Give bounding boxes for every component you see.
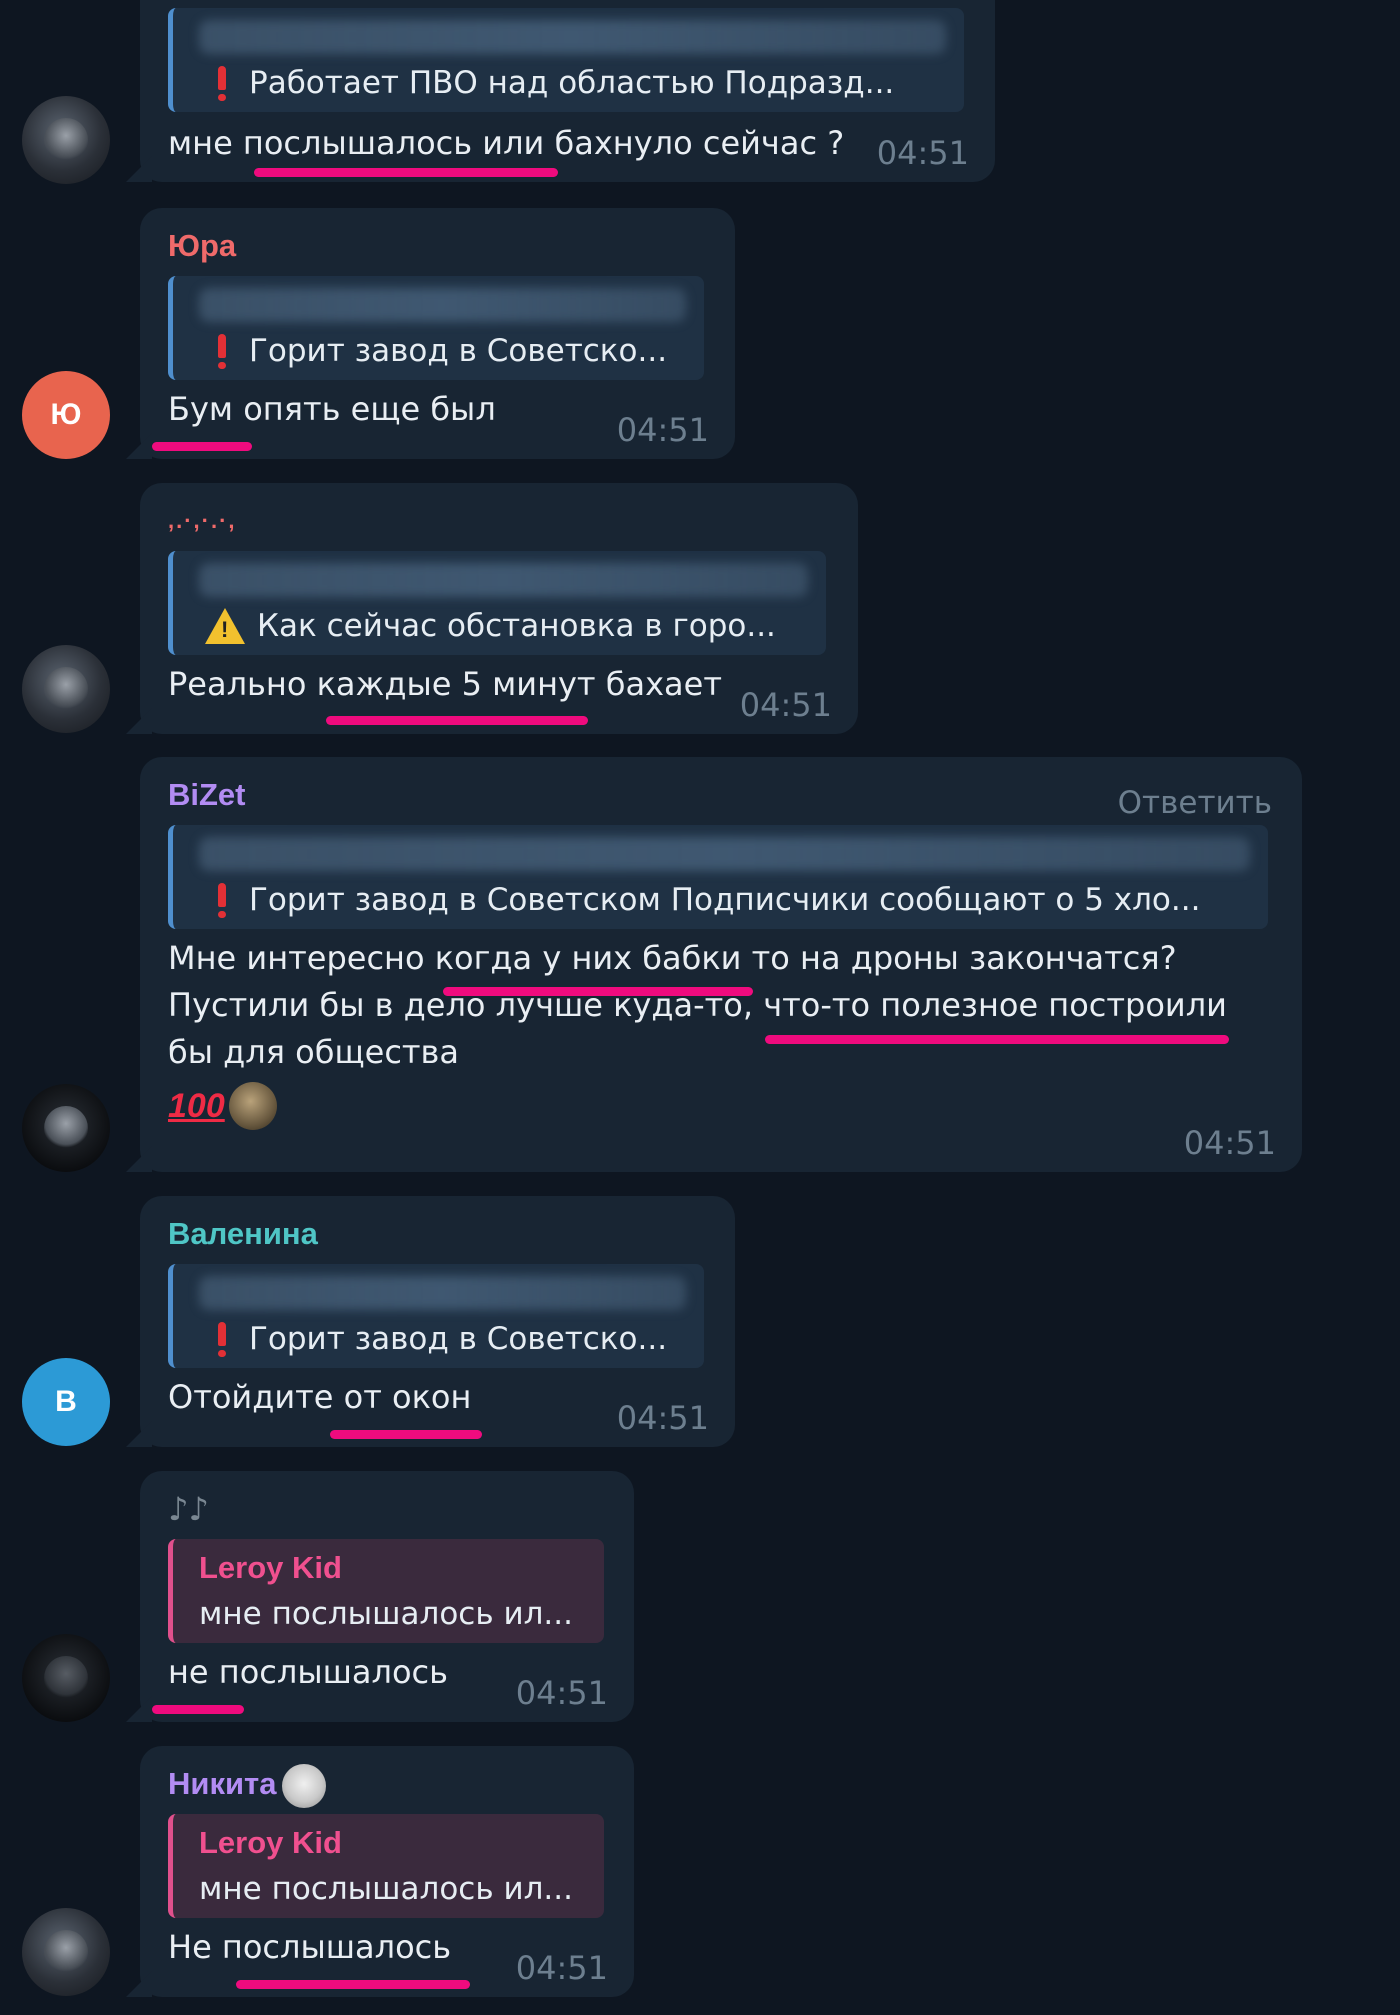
highlight-underline (152, 1705, 244, 1714)
bubble-tail (126, 1146, 152, 1172)
message-text: Реально каждые 5 минут бахает (168, 665, 722, 703)
quoted-channel-post[interactable]: ! Как сейчас обстановка в горо... (168, 551, 826, 655)
exclamation-icon (217, 1322, 227, 1357)
quoted-channel-post[interactable]: Горит завод в Советском Подписчики сообщ… (168, 825, 1268, 929)
reactions-bar[interactable]: 100 (168, 1082, 1274, 1130)
message-time: 04:51 (876, 134, 969, 172)
sender-name[interactable]: ♪♪ (168, 1487, 606, 1531)
message-text: мне послышалось или бахнуло сейчас ? (168, 124, 845, 162)
quote-text: Горит завод в Советском Подписчики сообщ… (249, 882, 1201, 918)
reply-author: Leroy Kid (199, 1825, 342, 1860)
reply-author: Leroy Kid (199, 1550, 342, 1585)
blurred-channel-name (199, 1276, 686, 1310)
bubble-tail (126, 1696, 152, 1722)
avatar-photo (44, 1656, 88, 1700)
exclamation-icon (217, 66, 227, 101)
highlight-underline (330, 1430, 482, 1439)
message-time: 04:51 (1183, 1124, 1276, 1162)
message-bubble[interactable]: Работает ПВО над областью Подразд... мне… (126, 0, 995, 182)
quoted-channel-post[interactable]: Работает ПВО над областью Подразд... (168, 8, 964, 112)
user-avatar[interactable] (22, 1084, 110, 1172)
user-avatar[interactable] (22, 1634, 110, 1722)
message-time: 04:51 (515, 1949, 608, 1987)
avatar-letter: В (55, 1385, 77, 1418)
sender-name[interactable]: Юра (168, 224, 707, 268)
highlight-underline (236, 1980, 470, 1989)
message-bubble[interactable]: Никита Leroy Kid мне послышалось ил... Н… (126, 1746, 634, 1997)
bubble-tail (126, 708, 152, 734)
highlight-underline (152, 442, 252, 451)
blurred-channel-name (199, 20, 946, 54)
user-avatar[interactable] (22, 1908, 110, 1996)
bubble-tail (126, 1421, 152, 1447)
reply-snippet: мне послышалось ил... (199, 1871, 573, 1907)
bubble-tail (126, 1971, 152, 1997)
message-bubble[interactable]: ♪♪ Leroy Kid мне послышалось ил... не по… (126, 1471, 634, 1722)
blurred-channel-name (199, 563, 808, 597)
highlight-underline (326, 716, 588, 725)
user-avatar[interactable]: Ю (22, 371, 110, 459)
avatar-photo (44, 667, 88, 711)
sticker-emoji-icon (282, 1763, 327, 1808)
quoted-reply[interactable]: Leroy Kid мне послышалось ил... (168, 1539, 604, 1643)
blurred-channel-name (199, 288, 686, 322)
quote-text: Как сейчас обстановка в горо... (257, 608, 776, 644)
reply-button[interactable]: Ответить (1118, 785, 1272, 821)
user-avatar[interactable] (22, 645, 110, 733)
message-time: 04:51 (616, 1399, 709, 1437)
quote-text: Работает ПВО над областью Подразд... (249, 65, 895, 101)
message-text: Мне интересно когда у них бабки то на др… (168, 935, 1274, 1076)
exclamation-icon (217, 883, 227, 918)
blurred-channel-name (199, 837, 1250, 871)
sender-name-text: Никита (168, 1766, 277, 1801)
avatar-photo (44, 118, 88, 162)
message-time: 04:51 (616, 411, 709, 449)
hundred-points-emoji-reaction[interactable]: 100 (168, 1087, 225, 1126)
reactor-avatar (228, 1082, 277, 1130)
warning-icon: ! (205, 608, 245, 644)
avatar-photo (44, 1930, 88, 1974)
message-bubble[interactable]: BiZet Ответить Горит завод в Советском П… (126, 757, 1302, 1172)
quoted-channel-post[interactable]: Горит завод в Советско... (168, 1264, 704, 1368)
avatar-photo (44, 1106, 88, 1150)
bubble-tail (126, 433, 152, 459)
highlight-underline (765, 1035, 1229, 1044)
user-avatar[interactable]: В (22, 1358, 110, 1446)
sender-name[interactable]: ,.·,·.·, (168, 499, 830, 543)
quote-text: Горит завод в Советско... (249, 1321, 668, 1357)
reply-snippet: мне послышалось ил... (199, 1596, 573, 1632)
sender-name[interactable]: Валенина (168, 1212, 707, 1256)
sender-name[interactable]: BiZet (168, 773, 1274, 817)
quoted-channel-post[interactable]: Горит завод в Советско... (168, 276, 704, 380)
bubble-tail (126, 156, 152, 182)
highlight-underline (443, 987, 753, 996)
message-bubble[interactable]: ,.·,·.·, ! Как сейчас обстановка в горо..… (126, 483, 858, 734)
message-time: 04:51 (739, 686, 832, 724)
message-time: 04:51 (515, 1674, 608, 1712)
chat-history[interactable]: Работает ПВО над областью Подразд... мне… (0, 0, 1400, 2015)
sender-name[interactable]: Никита (168, 1762, 606, 1808)
exclamation-icon (217, 334, 227, 369)
avatar-letter: Ю (50, 398, 82, 431)
quote-text: Горит завод в Советско... (249, 333, 668, 369)
message-bubble[interactable]: Юра Горит завод в Советско... Бум опять … (126, 208, 735, 459)
message-bubble[interactable]: Валенина Горит завод в Советско... Отойд… (126, 1196, 735, 1447)
quoted-reply[interactable]: Leroy Kid мне послышалось ил... (168, 1814, 604, 1918)
message-line: Мне интересно когда у них бабки то на др… (168, 939, 1177, 977)
highlight-underline (254, 168, 558, 177)
user-avatar[interactable] (22, 96, 110, 184)
